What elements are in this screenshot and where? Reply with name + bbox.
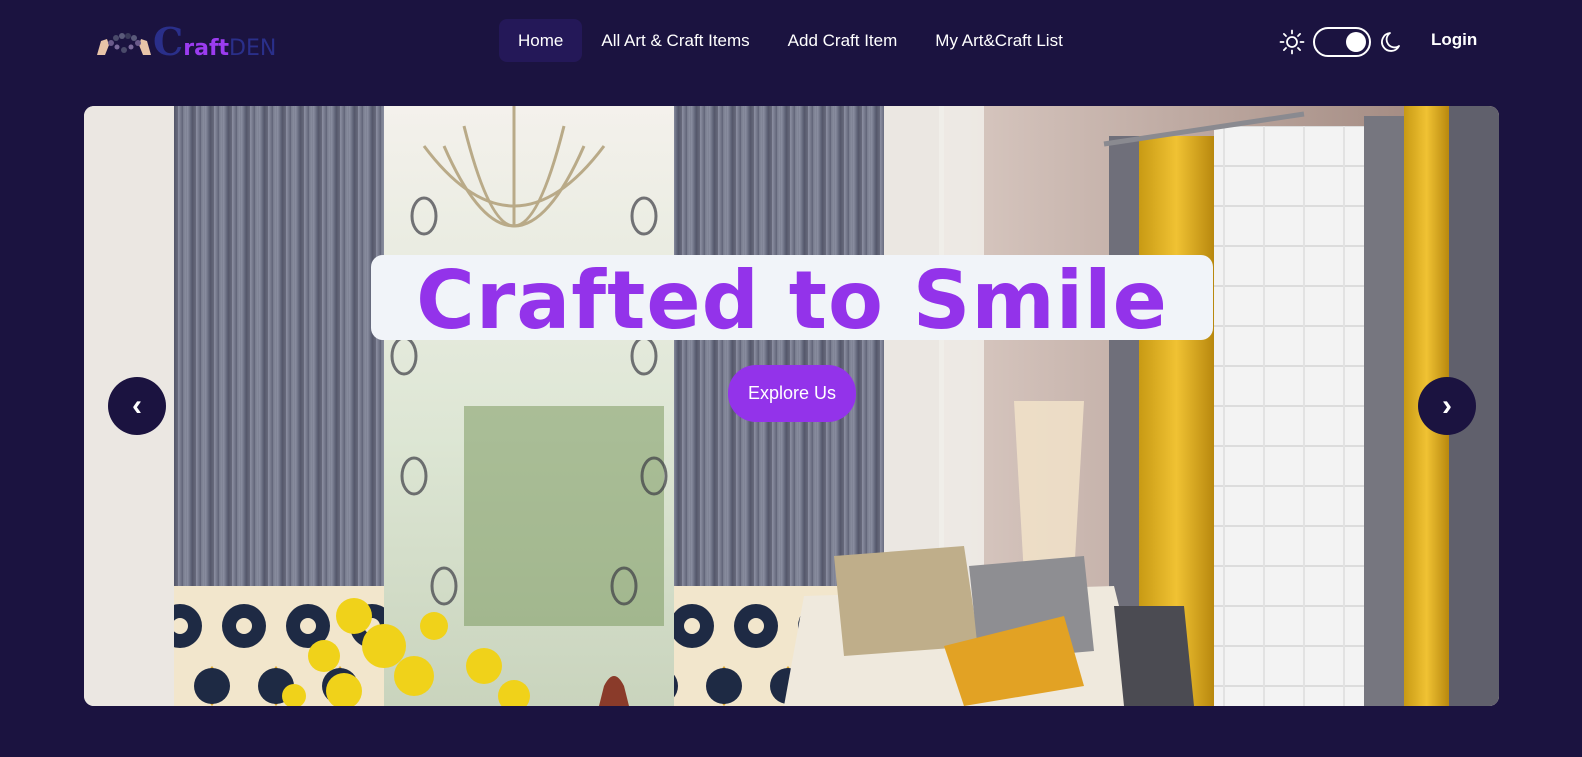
nav-all-items[interactable]: All Art & Craft Items xyxy=(582,19,768,62)
chevron-left-icon: ‹ xyxy=(132,389,142,422)
explore-button[interactable]: Explore Us xyxy=(728,365,856,422)
carousel-next-button[interactable]: › xyxy=(1418,377,1476,435)
sun-icon xyxy=(1279,29,1305,55)
navbar: C raft DEN Home All Art & Craft Items Ad… xyxy=(0,0,1582,84)
main-nav: Home All Art & Craft Items Add Craft Ite… xyxy=(499,19,1082,62)
brand-initial: C xyxy=(153,19,184,64)
login-button[interactable]: Login xyxy=(1431,30,1477,50)
brand-logo[interactable]: C raft DEN xyxy=(95,22,276,62)
theme-toggle[interactable] xyxy=(1313,27,1371,57)
carousel-prev-button[interactable]: ‹ xyxy=(108,377,166,435)
hero-headline: Crafted to Smile xyxy=(416,253,1168,347)
toggle-knob xyxy=(1346,32,1366,52)
nav-add-craft-item[interactable]: Add Craft Item xyxy=(769,19,917,62)
hands-holding-beads-icon xyxy=(97,33,151,55)
headline-banner: Crafted to Smile xyxy=(371,255,1213,340)
brand-middle: raft xyxy=(183,36,230,61)
chevron-right-icon: › xyxy=(1442,389,1452,422)
theme-switcher xyxy=(1279,22,1405,62)
brand-suffix: DEN xyxy=(229,36,277,61)
moon-icon xyxy=(1381,32,1400,52)
nav-home[interactable]: Home xyxy=(499,19,583,62)
brand-wordmark: C raft DEN xyxy=(153,23,276,61)
nav-my-list[interactable]: My Art&Craft List xyxy=(916,19,1082,62)
hero-carousel: Crafted to Smile Explore Us ‹ › xyxy=(84,106,1499,706)
